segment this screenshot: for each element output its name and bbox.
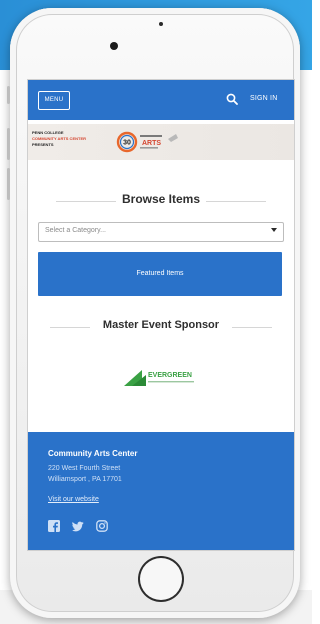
- side-button: [7, 86, 10, 104]
- instagram-icon[interactable]: [96, 520, 108, 532]
- phone-screen: MENU SIGN IN PENN COLLEGE COMMUNITY ARTS…: [28, 80, 294, 550]
- front-camera: [110, 42, 118, 50]
- app-header: MENU SIGN IN: [28, 80, 294, 120]
- sponsor-heading: Master Event Sponsor: [102, 319, 220, 331]
- facebook-icon[interactable]: [48, 520, 60, 532]
- footer-address-line-1: 220 West Fourth Street: [48, 465, 121, 472]
- sponsor-logo[interactable]: EVERGREEN: [122, 366, 202, 388]
- side-button: [7, 168, 10, 200]
- logo-number: 30: [123, 140, 131, 147]
- site-footer: Community Arts Center 220 West Fourth St…: [28, 432, 294, 550]
- banner-line-2: COMMUNITY ARTS CENTER: [32, 136, 86, 141]
- footer-address-line-2: Williamsport , PA 17701: [48, 476, 122, 483]
- sign-in-link[interactable]: SIGN IN: [250, 95, 277, 102]
- logo-text: ARTS: [142, 140, 161, 147]
- footer-org-name: Community Arts Center: [48, 449, 138, 458]
- category-select[interactable]: Select a Category...: [38, 222, 284, 242]
- anniversary-logo: 30 ARTS: [116, 131, 178, 153]
- menu-button[interactable]: MENU: [38, 91, 70, 110]
- banner-line-3: PRESENTS: [32, 142, 54, 147]
- category-select-placeholder: Select a Category...: [45, 227, 106, 234]
- website-link[interactable]: Visit our website: [48, 496, 99, 503]
- twitter-icon[interactable]: [72, 520, 84, 532]
- sponsor-logo-text: EVERGREEN: [148, 372, 192, 379]
- home-button[interactable]: [138, 556, 184, 602]
- featured-items-button[interactable]: Featured Items: [38, 252, 282, 296]
- browse-items-heading: Browse Items: [121, 192, 201, 206]
- chevron-down-icon: [271, 228, 277, 232]
- side-button: [7, 128, 10, 160]
- banner-line-1: PENN COLLEGE: [32, 130, 64, 135]
- event-banner[interactable]: PENN COLLEGE COMMUNITY ARTS CENTER PRESE…: [28, 124, 294, 160]
- search-icon[interactable]: [226, 93, 238, 105]
- speaker: [159, 22, 163, 26]
